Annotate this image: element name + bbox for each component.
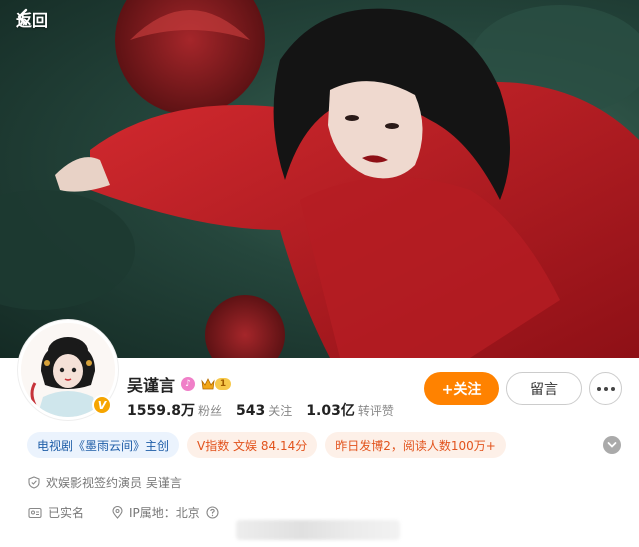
tag-yesterday-posts[interactable]: 昨日发博2，阅读人数100万+ (325, 432, 506, 458)
profile-tags: 电视剧《墨雨云间》主创 V指数 文娱 84.14分 昨日发博2，阅读人数100万… (27, 432, 506, 458)
cover-image: 返回 (0, 0, 639, 358)
stat-value: 543 (236, 403, 266, 419)
stat-label: 关注 (268, 404, 293, 418)
more-options-button[interactable] (589, 372, 622, 405)
music-note-icon[interactable]: ♪ (181, 377, 196, 391)
more-dot-icon (603, 386, 608, 391)
help-icon[interactable] (206, 506, 219, 519)
stat-label: 转评赞 (357, 404, 394, 418)
more-dot-icon (596, 386, 601, 391)
verification-info: 欢娱影视签约演员 吴谨言 (28, 474, 182, 491)
tag-v-index[interactable]: V指数 文娱 84.14分 (187, 432, 318, 458)
stat-value: 1.03亿 (306, 403, 355, 419)
chevron-left-icon (17, 8, 28, 26)
tag-drama[interactable]: 电视剧《墨雨云间》主创 (27, 432, 180, 458)
verification-text: 欢娱影视签约演员 吴谨言 (46, 476, 182, 490)
account-info: 已实名 IP属地：北京 (28, 504, 219, 521)
id-card-icon (28, 507, 42, 519)
back-button[interactable]: 返回 (16, 8, 48, 30)
cover-illustration (0, 0, 639, 358)
stat-interactions[interactable]: 1.03亿 转评赞 (306, 400, 394, 420)
level-number: 1 (215, 378, 232, 390)
crown-icon (201, 378, 215, 390)
blurred-content (236, 520, 400, 540)
follow-button[interactable]: +关注 (424, 372, 499, 405)
verified-badge: V (92, 395, 112, 415)
stat-followers[interactable]: 1559.8万 粉丝 (127, 400, 222, 420)
profile-name: 吴谨言 (127, 376, 176, 395)
real-name-status: 已实名 (48, 506, 85, 520)
name-row: 吴谨言 ♪ 1 (127, 372, 232, 396)
stat-label: 粉丝 (198, 404, 223, 418)
stat-value: 1559.8万 (127, 403, 196, 419)
more-dot-icon (610, 386, 615, 391)
profile-stats: 1559.8万 粉丝 543 关注 1.03亿 转评赞 (127, 400, 394, 420)
shield-icon (28, 476, 40, 489)
message-button[interactable]: 留言 (506, 372, 582, 405)
location-pin-icon (112, 506, 123, 519)
ip-location: IP属地：北京 (129, 506, 200, 520)
chevron-down-icon (607, 442, 617, 448)
stat-following[interactable]: 543 关注 (236, 402, 292, 419)
member-level-badge[interactable]: 1 (201, 378, 232, 390)
expand-tags-button[interactable] (603, 436, 621, 454)
